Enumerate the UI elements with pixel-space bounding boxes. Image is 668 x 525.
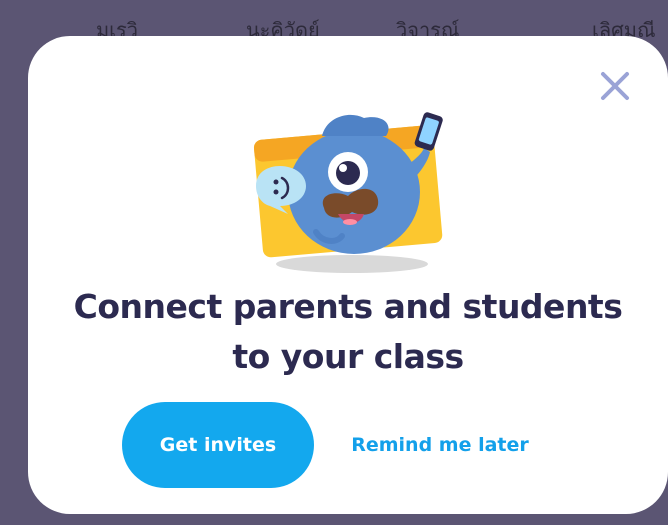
- remind-me-later-button[interactable]: Remind me later: [340, 422, 540, 468]
- close-button[interactable]: [593, 64, 637, 108]
- monster-with-phone-illustration: [252, 110, 452, 280]
- close-x-icon: [601, 72, 629, 100]
- title-line-2: to your class: [232, 337, 464, 376]
- get-invites-button[interactable]: Get invites: [122, 402, 314, 488]
- modal-title: Connect parents and students to your cla…: [28, 282, 668, 382]
- title-line-1: Connect parents and students: [73, 287, 623, 326]
